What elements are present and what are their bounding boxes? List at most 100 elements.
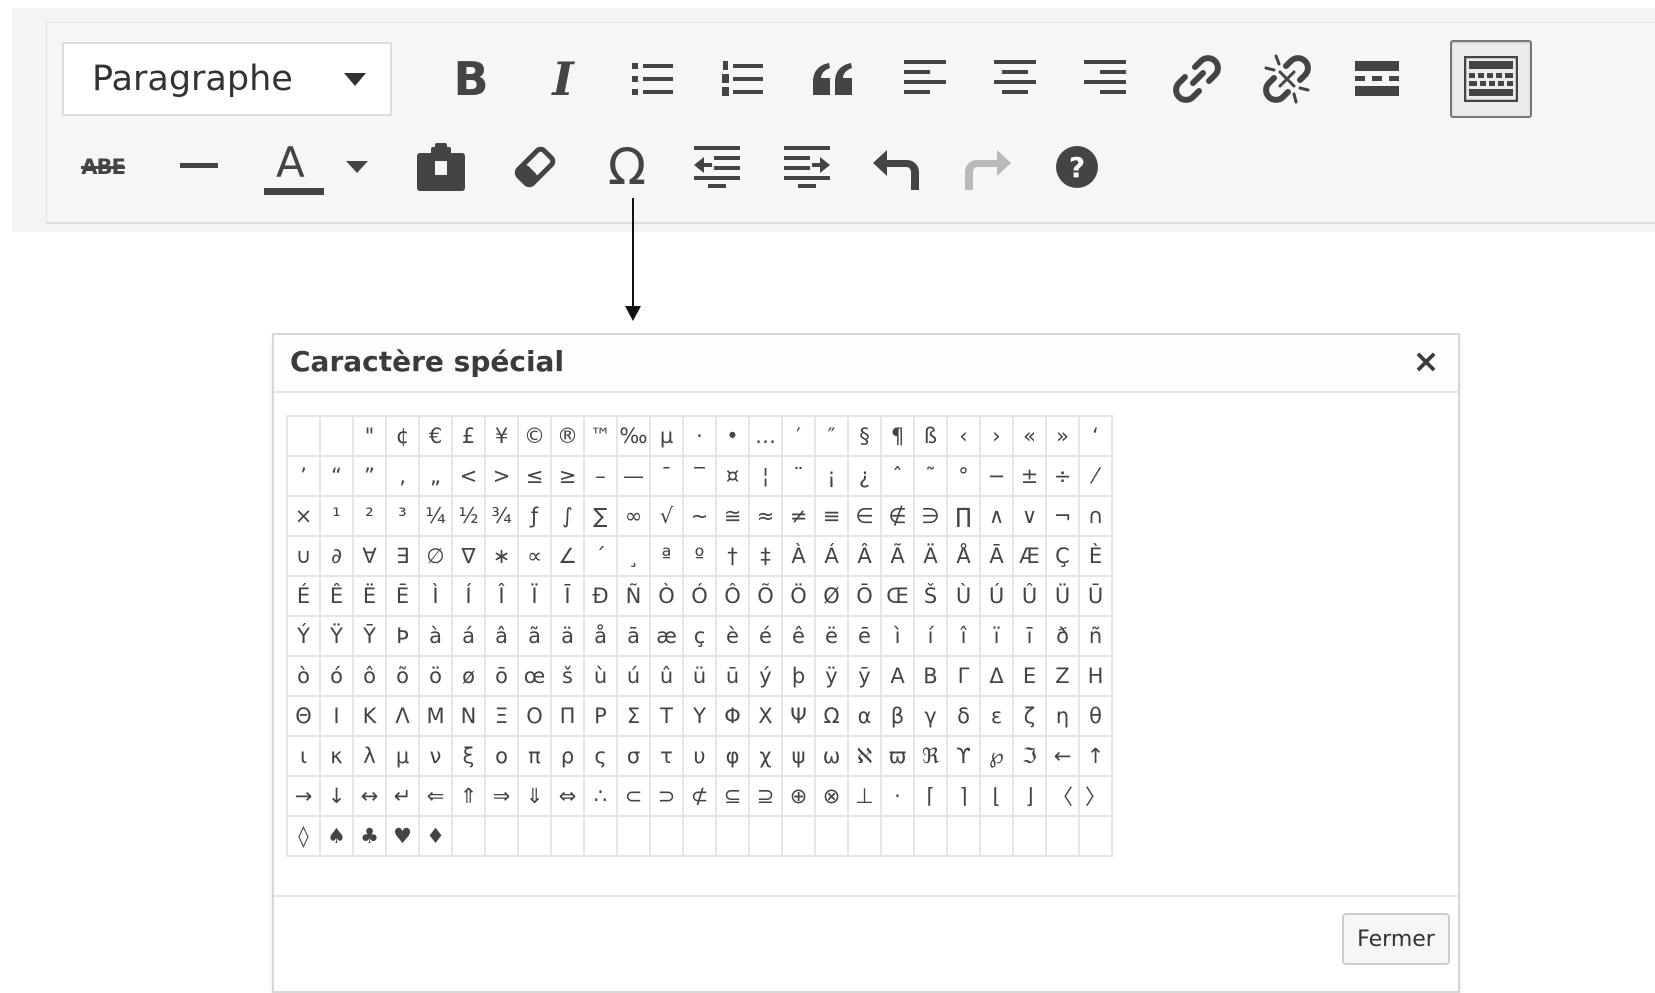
- character-cell[interactable]: ë: [814, 615, 849, 657]
- character-cell[interactable]: ⋅: [880, 775, 915, 817]
- character-cell[interactable]: ê: [781, 615, 816, 657]
- character-cell[interactable]: À: [781, 535, 816, 577]
- character-cell[interactable]: Ā: [979, 535, 1014, 577]
- character-cell[interactable]: Σ: [616, 695, 651, 737]
- character-cell[interactable]: Ι: [319, 695, 354, 737]
- character-cell[interactable]: î: [946, 615, 981, 657]
- character-cell[interactable]: •: [715, 415, 750, 457]
- character-cell[interactable]: »: [1045, 415, 1080, 457]
- character-cell[interactable]: ♦: [418, 815, 453, 857]
- character-cell[interactable]: ⇐: [418, 775, 453, 817]
- character-cell[interactable]: ¥: [484, 415, 519, 457]
- character-cell[interactable]: ¦: [748, 455, 783, 497]
- character-cell[interactable]: >: [484, 455, 519, 497]
- character-cell[interactable]: £: [451, 415, 486, 457]
- character-cell[interactable]: œ: [517, 655, 552, 697]
- character-cell[interactable]: Ó: [682, 575, 717, 617]
- character-cell[interactable]: Ý: [286, 615, 321, 657]
- character-cell[interactable]: Œ: [880, 575, 915, 617]
- character-cell[interactable]: ≤: [517, 455, 552, 497]
- character-cell[interactable]: …: [748, 415, 783, 457]
- character-cell[interactable]: [286, 415, 321, 457]
- character-cell[interactable]: Λ: [385, 695, 420, 737]
- character-cell[interactable]: ∠: [550, 535, 585, 577]
- character-cell[interactable]: ♥: [385, 815, 420, 857]
- character-cell[interactable]: Î: [484, 575, 519, 617]
- character-cell[interactable]: Û: [1012, 575, 1047, 617]
- character-cell[interactable]: Χ: [748, 695, 783, 737]
- character-cell[interactable]: ‘: [1078, 415, 1113, 457]
- bold-button[interactable]: B: [430, 42, 512, 116]
- character-cell[interactable]: Κ: [352, 695, 387, 737]
- character-cell[interactable]: Ø: [814, 575, 849, 617]
- character-cell[interactable]: ⊆: [715, 775, 750, 817]
- character-cell[interactable]: ⊂: [616, 775, 651, 817]
- character-cell[interactable]: ¶: [880, 415, 915, 457]
- character-cell[interactable]: ∅: [418, 535, 453, 577]
- character-cell[interactable]: ú: [616, 655, 651, 697]
- character-cell[interactable]: Å: [946, 535, 981, 577]
- character-cell[interactable]: τ: [649, 735, 684, 777]
- character-cell[interactable]: ¹: [319, 495, 354, 537]
- character-cell[interactable]: ª: [649, 535, 684, 577]
- character-cell[interactable]: ◊: [286, 815, 321, 857]
- text-color-dropdown[interactable]: [334, 130, 380, 204]
- character-cell[interactable]: ↓: [319, 775, 354, 817]
- character-cell[interactable]: é: [748, 615, 783, 657]
- character-cell[interactable]: ‚: [385, 455, 420, 497]
- format-select[interactable]: Paragraphe: [62, 42, 392, 116]
- character-cell[interactable]: Ê: [319, 575, 354, 617]
- character-cell[interactable]: μ: [385, 735, 420, 777]
- character-cell[interactable]: ♣: [352, 815, 387, 857]
- character-cell[interactable]: ≠: [781, 495, 816, 537]
- character-cell[interactable]: Ï: [517, 575, 552, 617]
- character-cell[interactable]: ÿ: [814, 655, 849, 697]
- character-cell[interactable]: Ψ: [781, 695, 816, 737]
- character-cell[interactable]: à: [418, 615, 453, 657]
- character-cell[interactable]: ù: [583, 655, 618, 697]
- character-cell[interactable]: º: [682, 535, 717, 577]
- character-cell[interactable]: ˜: [913, 455, 948, 497]
- character-cell[interactable]: Á: [814, 535, 849, 577]
- character-cell[interactable]: ³: [385, 495, 420, 537]
- character-cell[interactable]: É: [286, 575, 321, 617]
- character-cell[interactable]: ü: [682, 655, 717, 697]
- character-cell[interactable]: ≅: [715, 495, 750, 537]
- help-button[interactable]: ?: [1036, 130, 1118, 204]
- character-cell[interactable]: →: [286, 775, 321, 817]
- remove-link-button[interactable]: [1246, 42, 1328, 116]
- character-cell[interactable]: ⊕: [781, 775, 816, 817]
- character-cell[interactable]: ô: [352, 655, 387, 697]
- character-cell[interactable]: π: [517, 735, 552, 777]
- character-cell[interactable]: β: [880, 695, 915, 737]
- paste-as-text-button[interactable]: [400, 130, 482, 204]
- character-cell[interactable]: ö: [418, 655, 453, 697]
- character-cell[interactable]: ™: [583, 415, 618, 457]
- character-cell[interactable]: Ÿ: [319, 615, 354, 657]
- character-cell[interactable]: Τ: [649, 695, 684, 737]
- character-cell[interactable]: κ: [319, 735, 354, 777]
- character-cell[interactable]: ℑ: [1012, 735, 1047, 777]
- character-cell[interactable]: ι: [286, 735, 321, 777]
- character-cell[interactable]: Ζ: [1045, 655, 1080, 697]
- character-cell[interactable]: Ú: [979, 575, 1014, 617]
- character-cell[interactable]: È: [1078, 535, 1113, 577]
- character-cell[interactable]: Ō: [847, 575, 882, 617]
- character-cell[interactable]: ⁄: [1078, 455, 1113, 497]
- character-cell[interactable]: ì: [880, 615, 915, 657]
- character-cell[interactable]: ī: [1012, 615, 1047, 657]
- character-cell[interactable]: ‡: [748, 535, 783, 577]
- character-cell[interactable]: ∃: [385, 535, 420, 577]
- character-cell[interactable]: Δ: [979, 655, 1014, 697]
- character-cell[interactable]: ×: [286, 495, 321, 537]
- character-cell[interactable]: ⊄: [682, 775, 717, 817]
- character-cell[interactable]: Â: [847, 535, 882, 577]
- character-cell[interactable]: ↔: [352, 775, 387, 817]
- character-cell[interactable]: ξ: [451, 735, 486, 777]
- character-cell[interactable]: ≈: [748, 495, 783, 537]
- decrease-indent-button[interactable]: [676, 130, 758, 204]
- character-cell[interactable]: ο: [484, 735, 519, 777]
- character-cell[interactable]: Ξ: [484, 695, 519, 737]
- character-cell[interactable]: ò: [286, 655, 321, 697]
- character-cell[interactable]: –: [583, 455, 618, 497]
